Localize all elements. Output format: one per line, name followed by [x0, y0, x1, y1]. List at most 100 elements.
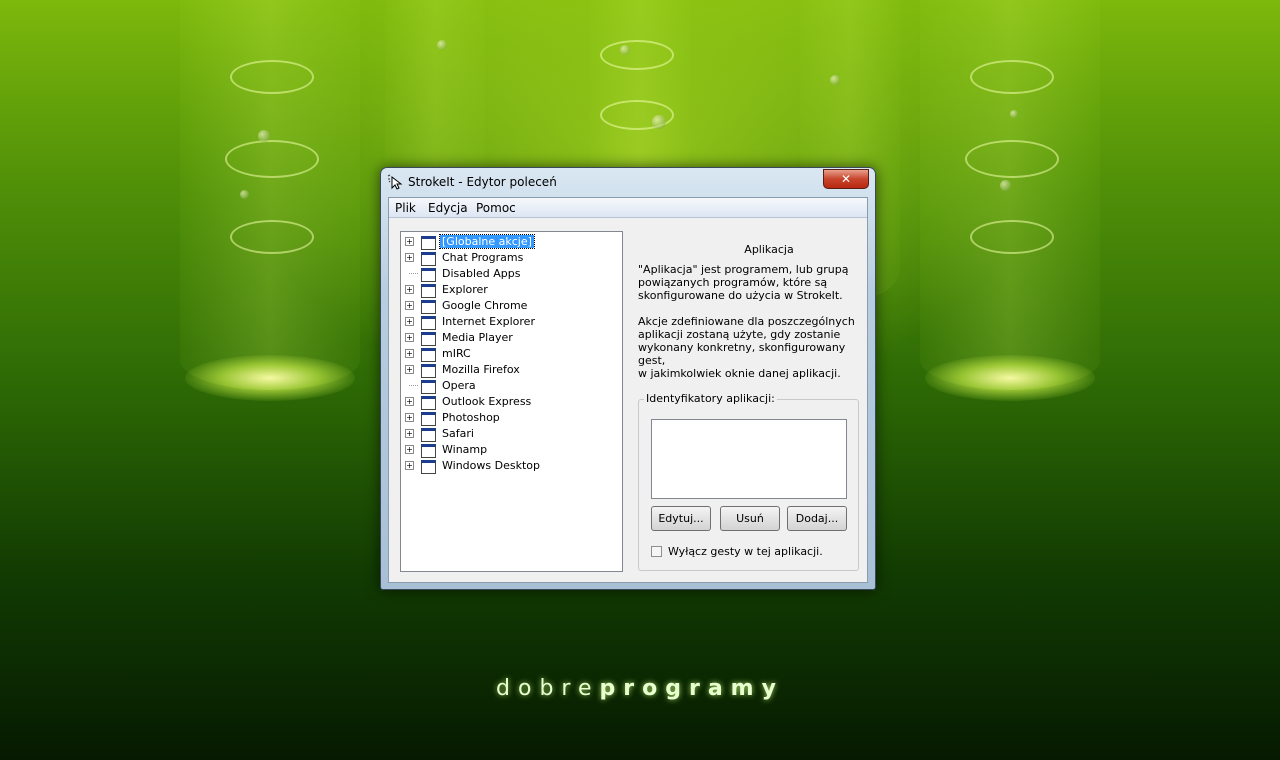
wallpaper-spiral: [970, 60, 1054, 94]
disable-gestures-label[interactable]: Wyłącz gesty w tej aplikacji.: [668, 545, 823, 558]
menu-edit[interactable]: Edycja: [428, 201, 468, 215]
wallpaper-spiral: [600, 40, 674, 70]
strokeit-command-editor-window: StrokeIt - Edytor poleceń ✕ Plik Edycja …: [380, 167, 876, 590]
wallpaper-spiral: [230, 60, 314, 94]
close-icon: ✕: [840, 172, 852, 186]
tree-item-label: Internet Explorer: [442, 315, 535, 328]
application-window-icon: [421, 348, 436, 362]
wallpaper-pillar: [180, 0, 360, 390]
window-client-area: Plik Edycja Pomoc + [Globalne akcje] + Chat…: [388, 197, 868, 583]
expand-icon[interactable]: +: [405, 365, 414, 374]
wallpaper-bubble: [652, 115, 666, 129]
wallpaper-bubble: [240, 190, 249, 199]
application-window-icon: [421, 444, 436, 458]
tree-item[interactable]: + Photoshop: [401, 410, 621, 426]
application-window-icon: [421, 316, 436, 330]
tree-item[interactable]: + Explorer: [401, 282, 621, 298]
wallpaper-spiral: [225, 140, 319, 178]
tree-item[interactable]: + Mozilla Firefox: [401, 362, 621, 378]
tree-item-label: Safari: [442, 427, 474, 440]
app-identifiers-list[interactable]: [651, 419, 847, 499]
tree-item-label: Windows Desktop: [442, 459, 540, 472]
remove-button[interactable]: Usuń: [720, 506, 780, 531]
tree-item[interactable]: Opera: [401, 378, 621, 394]
application-window-icon: [421, 268, 436, 282]
wallpaper-bubble: [620, 45, 630, 55]
wallpaper-bubble: [1010, 110, 1018, 118]
application-tree[interactable]: + [Globalne akcje] + Chat Programs Disabled …: [400, 231, 623, 572]
tree-item-label: Winamp: [442, 443, 488, 456]
brand-logo: dobreprogramy: [496, 676, 784, 701]
app-identifiers-group: Identyfikatory aplikacji: Edytuj... Usuń…: [638, 392, 859, 571]
tree-item[interactable]: + Safari: [401, 426, 621, 442]
tree-item[interactable]: + Google Chrome: [401, 298, 621, 314]
tree-item-label: Media Player: [442, 331, 513, 344]
disable-gestures-checkbox[interactable]: [651, 546, 662, 557]
tree-item-label: Disabled Apps: [442, 267, 521, 280]
tree-item-label: Mozilla Firefox: [442, 363, 520, 376]
expand-icon[interactable]: +: [405, 317, 414, 326]
tree-item[interactable]: + Media Player: [401, 330, 621, 346]
application-window-icon: [421, 364, 436, 378]
wallpaper-bubble: [830, 75, 840, 85]
wallpaper-glow: [185, 355, 355, 401]
tree-item-label: Opera: [442, 379, 476, 392]
expand-icon[interactable]: +: [405, 349, 414, 358]
application-window-icon: [421, 428, 436, 442]
wallpaper-bubble: [437, 40, 447, 50]
expand-icon[interactable]: +: [405, 301, 414, 310]
tree-item-label: [Globalne akcje]: [439, 234, 535, 249]
expand-icon[interactable]: +: [405, 429, 414, 438]
add-button[interactable]: Dodaj...: [787, 506, 847, 531]
expand-icon[interactable]: +: [405, 333, 414, 342]
wallpaper-glow: [925, 355, 1095, 401]
tree-connector: [409, 385, 418, 386]
panel-heading: Aplikacja: [744, 243, 794, 256]
tree-item[interactable]: + Internet Explorer: [401, 314, 621, 330]
tree-item[interactable]: + Windows Desktop: [401, 458, 621, 474]
wallpaper-spiral: [965, 140, 1059, 178]
tree-item[interactable]: Disabled Apps: [401, 266, 621, 282]
wallpaper-bubble: [1000, 180, 1011, 191]
panel-description-1: "Aplikacja" jest programem, lub grupą po…: [638, 263, 849, 302]
menu-file[interactable]: Plik: [395, 201, 416, 215]
tree-item-label: Google Chrome: [442, 299, 528, 312]
application-window-icon: [421, 332, 436, 346]
wallpaper-spiral: [230, 220, 314, 254]
tree-item[interactable]: + [Globalne akcje]: [401, 234, 621, 250]
tree-item[interactable]: + Winamp: [401, 442, 621, 458]
group-label: Identyfikatory aplikacji:: [644, 392, 777, 405]
cursor-app-icon: [387, 174, 403, 190]
expand-icon[interactable]: +: [405, 237, 414, 246]
tree-item[interactable]: + Chat Programs: [401, 250, 621, 266]
application-window-icon: [421, 284, 436, 298]
wallpaper-bubble: [258, 130, 270, 142]
application-window-icon: [421, 300, 436, 314]
wallpaper-spiral: [970, 220, 1054, 254]
expand-icon[interactable]: +: [405, 397, 414, 406]
tree-item-label: mIRC: [442, 347, 471, 360]
application-window-icon: [421, 380, 436, 394]
panel-description-2: Akcje zdefiniowane dla poszczególnych ap…: [638, 315, 855, 380]
tree-item-label: Outlook Express: [442, 395, 532, 408]
application-window-icon: [421, 460, 436, 474]
wallpaper-pillar: [920, 0, 1100, 390]
tree-item-label: Chat Programs: [442, 251, 524, 264]
tree-item-label: Explorer: [442, 283, 488, 296]
menu-help[interactable]: Pomoc: [476, 201, 516, 215]
title-bar[interactable]: StrokeIt - Edytor poleceń ✕: [381, 168, 875, 196]
expand-icon[interactable]: +: [405, 285, 414, 294]
edit-button[interactable]: Edytuj...: [651, 506, 711, 531]
expand-icon[interactable]: +: [405, 413, 414, 422]
expand-icon[interactable]: +: [405, 445, 414, 454]
menu-bar: Plik Edycja Pomoc: [389, 198, 867, 218]
expand-icon[interactable]: +: [405, 461, 414, 470]
tree-item[interactable]: + Outlook Express: [401, 394, 621, 410]
tree-item-label: Photoshop: [442, 411, 500, 424]
expand-icon[interactable]: +: [405, 253, 414, 262]
tree-item[interactable]: + mIRC: [401, 346, 621, 362]
tree-connector: [409, 273, 418, 274]
application-window-icon: [421, 412, 436, 426]
application-window-icon: [421, 236, 436, 250]
close-button[interactable]: ✕: [823, 169, 869, 189]
